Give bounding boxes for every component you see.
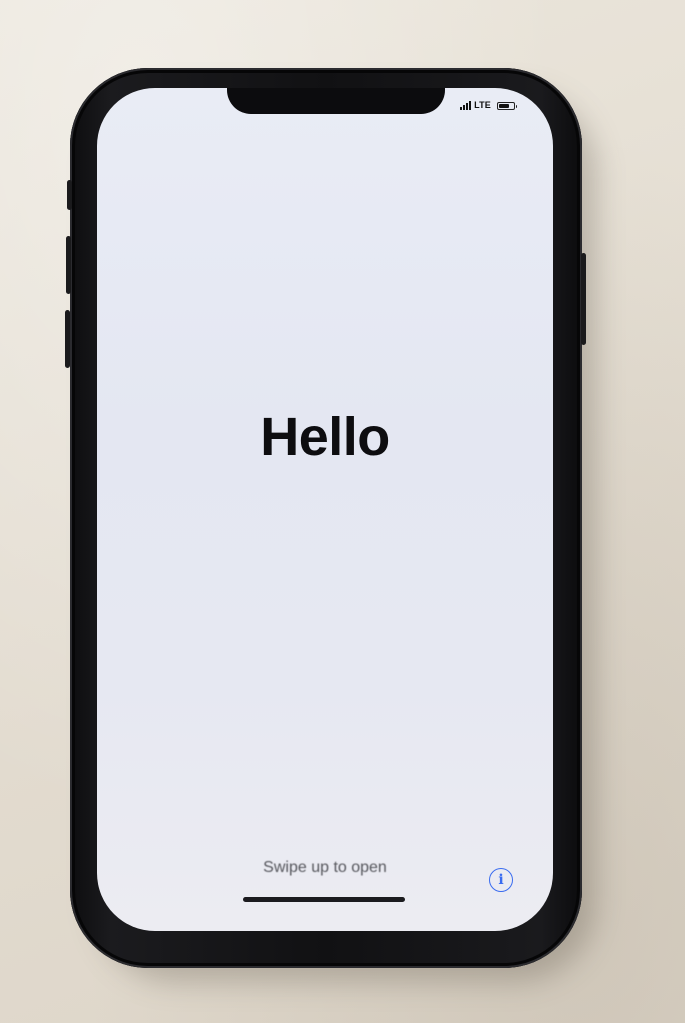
swipe-up-hint: Swipe up to open [263, 859, 387, 876]
hello-greeting: Hello [260, 407, 390, 467]
signal-bar [463, 105, 466, 110]
battery-fill [499, 104, 509, 108]
power-button [581, 253, 586, 345]
battery-icon [497, 102, 517, 110]
cellular-signal-icon [460, 101, 472, 110]
action-button [67, 180, 72, 210]
signal-bar [469, 101, 472, 110]
signal-bar [460, 107, 463, 110]
volume-up-button [66, 236, 71, 294]
network-type-label: LTE [474, 100, 491, 110]
lock-screen[interactable]: LTE Hello Swipe up to open i [97, 88, 553, 931]
info-icon[interactable]: i [489, 868, 513, 892]
signal-bar [466, 103, 469, 110]
home-indicator[interactable] [243, 897, 405, 902]
notch [227, 88, 445, 114]
status-bar: LTE [460, 98, 517, 110]
volume-down-button [65, 310, 70, 368]
